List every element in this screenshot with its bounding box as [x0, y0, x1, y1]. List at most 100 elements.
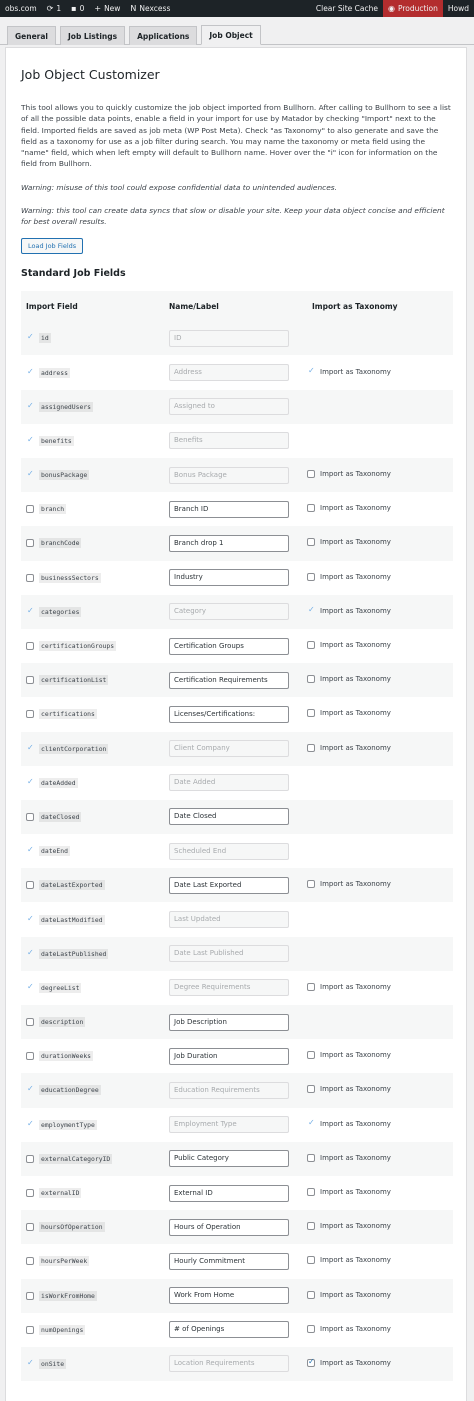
tab-job-listings[interactable]: Job Listings — [60, 26, 126, 45]
header-import-field: Import Field — [21, 291, 164, 322]
load-job-fields-button[interactable]: Load Job Fields — [21, 238, 84, 255]
admin-bar-host[interactable]: N Nexcess — [125, 0, 175, 17]
import-checkbox — [26, 367, 34, 377]
taxonomy-checkbox[interactable] — [307, 1256, 315, 1265]
taxonomy-label: Import as Taxonomy — [320, 743, 391, 752]
name-label-input[interactable]: External ID — [169, 1184, 289, 1202]
taxonomy-option[interactable]: Import as Taxonomy — [307, 1222, 391, 1231]
name-label-input[interactable]: Date Last Exported — [169, 876, 289, 894]
import-checkbox[interactable] — [26, 505, 34, 514]
name-label-input[interactable]: Branch drop 1 — [169, 534, 289, 552]
taxonomy-checkbox[interactable] — [307, 1085, 315, 1094]
import-checkbox — [26, 982, 34, 992]
taxonomy-checkbox[interactable] — [307, 641, 315, 650]
taxonomy-checkbox[interactable] — [307, 1188, 315, 1197]
name-label-input[interactable]: Branch ID — [169, 500, 289, 518]
field-name: dateLastExported — [39, 880, 105, 891]
import-checkbox[interactable] — [26, 1018, 34, 1027]
taxonomy-option[interactable]: Import as Taxonomy — [307, 1290, 391, 1299]
import-checkbox — [26, 401, 34, 411]
taxonomy-label: Import as Taxonomy — [320, 538, 391, 547]
header-name-label: Name/Label — [164, 291, 307, 322]
taxonomy-option[interactable]: Import as Taxonomy — [307, 504, 391, 513]
clear-cache-button[interactable]: Clear Site Cache — [311, 0, 383, 17]
taxonomy-checkbox[interactable] — [307, 572, 315, 581]
import-checkbox[interactable] — [26, 573, 34, 582]
name-label-input[interactable]: Work From Home — [169, 1287, 289, 1305]
name-label-input[interactable]: Hours of Operation — [169, 1218, 289, 1236]
taxonomy-option[interactable]: Import as Taxonomy — [307, 1256, 391, 1265]
name-label-input[interactable]: Certification Requirements — [169, 671, 289, 689]
taxonomy-option[interactable]: Import as Taxonomy — [307, 982, 391, 991]
taxonomy-cell: Import as Taxonomy — [307, 970, 453, 1005]
taxonomy-checkbox[interactable] — [307, 538, 315, 547]
admin-bar-new[interactable]: + New — [89, 0, 125, 17]
taxonomy-checkbox[interactable] — [307, 880, 315, 889]
name-label-input[interactable]: Certification Groups — [169, 637, 289, 655]
taxonomy-checkbox[interactable] — [307, 709, 315, 718]
name-label-input[interactable]: Industry — [169, 569, 289, 587]
admin-bar-site[interactable]: obs.com — [0, 0, 42, 17]
name-label-cell: Assigned to — [164, 389, 307, 424]
table-row: certificationGroups Certification Groups I… — [21, 628, 453, 664]
taxonomy-option[interactable]: Import as Taxonomy — [307, 709, 391, 718]
taxonomy-checkbox[interactable] — [307, 1051, 315, 1060]
name-label-cell: External ID — [164, 1175, 307, 1211]
tab-job-object[interactable]: Job Object — [201, 25, 261, 45]
taxonomy-option[interactable]: Import as Taxonomy — [307, 1051, 391, 1060]
admin-bar-account[interactable]: Howd — [443, 0, 474, 17]
admin-bar-updates[interactable]: ⟳ 1 — [42, 0, 66, 17]
taxonomy-checkbox[interactable] — [307, 470, 315, 479]
name-label-input[interactable]: Job Description — [169, 1013, 289, 1031]
import-checkbox[interactable] — [26, 642, 34, 651]
import-checkbox[interactable] — [26, 1154, 34, 1163]
table-row: description Job Description — [21, 1005, 453, 1040]
taxonomy-option[interactable]: Import as Taxonomy — [307, 743, 391, 752]
taxonomy-option[interactable]: Import as Taxonomy — [307, 1085, 391, 1094]
tab-general[interactable]: General — [7, 26, 56, 45]
taxonomy-option[interactable]: Import as Taxonomy — [307, 572, 391, 581]
taxonomy-checkbox[interactable] — [307, 1153, 315, 1162]
import-checkbox[interactable] — [26, 1223, 34, 1232]
import-checkbox[interactable] — [26, 676, 34, 685]
import-checkbox[interactable] — [26, 1189, 34, 1198]
taxonomy-option[interactable]: Import as Taxonomy — [307, 538, 391, 547]
name-label-input[interactable]: Public Category — [169, 1150, 289, 1168]
taxonomy-checkbox[interactable] — [307, 675, 315, 684]
taxonomy-option[interactable]: Import as Taxonomy — [307, 1357, 391, 1367]
import-checkbox[interactable] — [26, 1291, 34, 1300]
taxonomy-checkbox[interactable] — [307, 743, 315, 752]
environment-badge[interactable]: ◉ Production — [382, 0, 443, 17]
import-checkbox[interactable] — [26, 812, 34, 821]
import-field-cell: branchCode — [21, 526, 164, 561]
name-label-input[interactable]: Licenses/Certifications: — [169, 705, 289, 723]
name-label-input: Client Company — [169, 740, 289, 758]
taxonomy-option[interactable]: Import as Taxonomy — [307, 641, 391, 650]
name-label-input[interactable]: Hourly Commitment — [169, 1252, 289, 1270]
taxonomy-option[interactable]: Import as Taxonomy — [307, 470, 391, 479]
import-field-cell: externalID — [21, 1175, 164, 1211]
import-field-cell: branch — [21, 492, 164, 527]
name-label-input[interactable]: Job Duration — [169, 1047, 289, 1065]
taxonomy-option[interactable]: Import as Taxonomy — [307, 880, 391, 889]
taxonomy-option[interactable]: Import as Taxonomy — [307, 1324, 391, 1333]
taxonomy-checkbox[interactable] — [307, 1324, 315, 1333]
taxonomy-option[interactable]: Import as Taxonomy — [307, 1188, 391, 1197]
taxonomy-option[interactable]: Import as Taxonomy — [307, 1153, 391, 1162]
tab-applications[interactable]: Applications — [129, 26, 198, 45]
name-label-input[interactable]: # of Openings — [169, 1321, 289, 1339]
import-checkbox[interactable] — [26, 1257, 34, 1266]
admin-bar-comments[interactable]: ▪ 0 — [66, 0, 89, 17]
taxonomy-option[interactable]: Import as Taxonomy — [307, 675, 391, 684]
import-checkbox[interactable] — [26, 710, 34, 719]
taxonomy-checkbox[interactable] — [307, 1222, 315, 1231]
import-checkbox[interactable] — [26, 881, 34, 890]
import-checkbox[interactable] — [26, 1052, 34, 1061]
import-checkbox[interactable] — [26, 1325, 34, 1334]
import-checkbox[interactable] — [26, 539, 34, 548]
name-label-input[interactable]: Date Closed — [169, 808, 289, 826]
taxonomy-checkbox[interactable] — [307, 982, 315, 991]
taxonomy-checkbox[interactable] — [307, 504, 315, 513]
taxonomy-checkbox[interactable] — [307, 1290, 315, 1299]
taxonomy-checkbox[interactable] — [307, 1357, 315, 1367]
